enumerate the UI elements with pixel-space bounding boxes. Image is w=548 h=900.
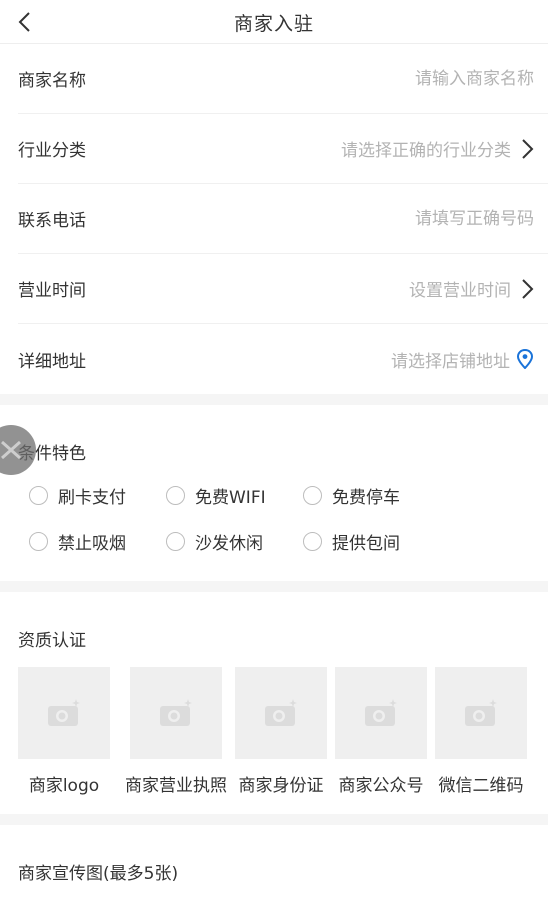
feature-label: 沙发休闲	[195, 533, 263, 554]
hours-select[interactable]: 设置营业时间	[409, 276, 511, 301]
address-label: 详细地址	[18, 351, 86, 372]
feature-label: 刷卡支付	[58, 487, 126, 508]
qualification-section: 资质认证 商家logo 商家营业执照 商家身份证 商家公众号 微信二维码	[0, 592, 548, 814]
upload-tile[interactable]	[130, 667, 222, 759]
location-pin-icon[interactable]	[516, 349, 534, 369]
radio-circle-icon[interactable]	[166, 531, 185, 551]
feature-label: 提供包间	[332, 533, 400, 554]
nav-bar: 商家入驻	[0, 0, 548, 44]
floating-assist-button[interactable]	[0, 425, 36, 475]
chevron-right-icon	[522, 278, 534, 299]
feature-label: 免费WIFI	[195, 487, 266, 508]
merchant-name-input[interactable]	[294, 68, 534, 89]
phone-label: 联系电话	[18, 211, 86, 231]
camera-icon	[265, 699, 297, 726]
radio-circle-icon[interactable]	[29, 531, 48, 551]
upload-id-card[interactable]: 商家身份证	[235, 667, 327, 796]
hours-label: 营业时间	[18, 281, 86, 301]
floating-assist-icon	[1, 440, 21, 460]
upload-tile[interactable]	[335, 667, 427, 759]
feature-free-parking[interactable]: 免费停车	[303, 484, 440, 508]
merchant-name-row: 商家名称	[18, 44, 548, 114]
qualification-uploads: 商家logo 商家营业执照 商家身份证 商家公众号 微信二维码	[18, 667, 548, 796]
feature-private-room[interactable]: 提供包间	[303, 530, 440, 554]
chevron-right-icon	[522, 138, 534, 159]
upload-business-license[interactable]: 商家营业执照	[125, 667, 227, 796]
feature-free-wifi[interactable]: 免费WIFI	[166, 484, 303, 508]
industry-select[interactable]: 请选择正确的行业分类	[341, 136, 511, 161]
promo-title: 商家宣传图(最多5张)	[18, 864, 179, 884]
features-grid: 刷卡支付 免费WIFI 免费停车 禁止吸烟 沙发休闲 提供包间	[18, 484, 530, 554]
camera-icon	[48, 699, 80, 726]
radio-circle-icon[interactable]	[29, 485, 48, 505]
promo-section: 商家宣传图(最多5张)	[0, 825, 548, 884]
features-title: 条件特色	[18, 444, 86, 464]
section-divider	[0, 394, 548, 405]
upload-tile[interactable]	[235, 667, 327, 759]
upload-label: 商家营业执照	[125, 776, 227, 796]
upload-label: 商家logo	[28, 776, 100, 796]
upload-label: 商家公众号	[338, 776, 424, 796]
merchant-name-label: 商家名称	[18, 71, 86, 91]
radio-circle-icon[interactable]	[303, 531, 322, 551]
qualification-title: 资质认证	[18, 631, 86, 651]
merchant-form: 商家名称 行业分类 请选择正确的行业分类 联系电话 营业时间 设置营业时间 详细…	[0, 44, 548, 394]
features-section: 条件特色 刷卡支付 免费WIFI 免费停车 禁止吸烟 沙发休闲 提供包间	[0, 405, 548, 581]
feature-sofa[interactable]: 沙发休闲	[166, 530, 303, 554]
upload-tile[interactable]	[435, 667, 527, 759]
feature-no-smoking[interactable]: 禁止吸烟	[29, 530, 166, 554]
upload-wechat-qrcode[interactable]: 微信二维码	[435, 667, 527, 796]
upload-tile[interactable]	[18, 667, 110, 759]
feature-label: 禁止吸烟	[58, 533, 126, 554]
upload-label: 微信二维码	[438, 776, 524, 796]
camera-icon	[465, 699, 497, 726]
upload-official-account[interactable]: 商家公众号	[335, 667, 427, 796]
radio-circle-icon[interactable]	[166, 485, 185, 505]
upload-logo[interactable]: 商家logo	[18, 667, 110, 796]
section-divider	[0, 581, 548, 592]
upload-label: 商家身份证	[238, 776, 324, 796]
address-select[interactable]: 请选择店铺地址	[391, 347, 510, 372]
phone-input[interactable]	[234, 208, 534, 229]
phone-row: 联系电话	[18, 184, 548, 254]
radio-circle-icon[interactable]	[303, 485, 322, 505]
camera-icon	[365, 699, 397, 726]
hours-row[interactable]: 营业时间 设置营业时间	[18, 254, 548, 324]
industry-label: 行业分类	[18, 141, 86, 161]
feature-label: 免费停车	[332, 487, 400, 508]
page-title: 商家入驻	[233, 13, 314, 35]
address-row[interactable]: 详细地址 请选择店铺地址	[18, 324, 548, 394]
feature-card-pay[interactable]: 刷卡支付	[29, 484, 166, 508]
section-divider	[0, 814, 548, 825]
camera-icon	[160, 699, 192, 726]
industry-row[interactable]: 行业分类 请选择正确的行业分类	[18, 114, 548, 184]
